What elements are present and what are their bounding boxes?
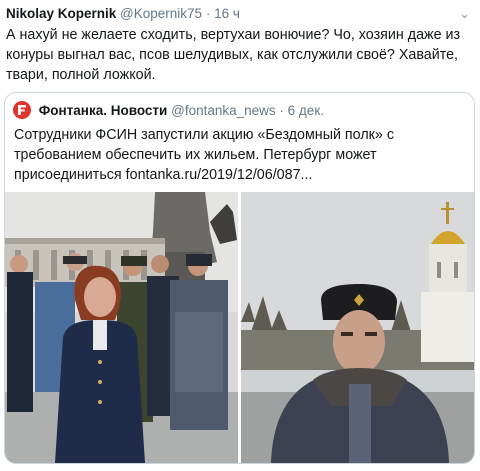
tweet-header: Nikolay Kopernik @Kopernik75 · 16 ч ⌄: [6, 6, 470, 24]
quoted-author-handle: @fontanka_news: [171, 103, 276, 118]
tweet-time[interactable]: 16 ч: [214, 6, 240, 21]
group-of-officers-photo[interactable]: [5, 192, 238, 463]
quoted-author-name: Фонтанка. Новости: [38, 103, 168, 118]
tweet[interactable]: Nikolay Kopernik @Kopernik75 · 16 ч ⌄ А …: [0, 0, 480, 471]
author-handle[interactable]: @Kopernik75: [120, 6, 202, 21]
fontanka-logo-icon: [13, 101, 31, 119]
quoted-tweet-time: 6 дек.: [287, 103, 324, 118]
separator-dot: ·: [205, 6, 211, 21]
officer-in-fur-hat-photo[interactable]: [241, 192, 474, 463]
quoted-tweet[interactable]: Фонтанка. Новости @fontanka_news · 6 дек…: [4, 92, 475, 464]
tweet-text: А нахуй не желаете сходить, вертухаи вон…: [6, 27, 461, 83]
separator-dot: ·: [279, 103, 284, 118]
chevron-down-icon[interactable]: ⌄: [459, 6, 470, 22]
quoted-tweet-text: Сотрудники ФСИН запустили акцию «Бездомн…: [14, 127, 394, 183]
quoted-tweet-header: Фонтанка. Новости @fontanka_news · 6 дек…: [13, 101, 324, 121]
author-name[interactable]: Nikolay Kopernik: [6, 6, 116, 21]
media-grid: [5, 192, 474, 463]
